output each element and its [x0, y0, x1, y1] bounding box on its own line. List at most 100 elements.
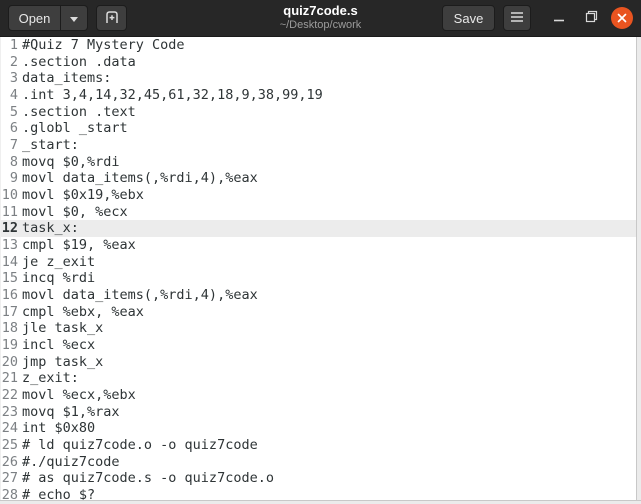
code-text: .section .text	[22, 103, 136, 120]
code-line[interactable]: 13 cmpl $19, %eax	[1, 237, 641, 254]
code-text: movl %ecx,%ebx	[22, 387, 136, 404]
window-right-edge	[636, 37, 641, 504]
code-line[interactable]: 22 movl %ecx,%ebx	[1, 387, 641, 404]
code-line[interactable]: 24 int $0x80	[1, 420, 641, 437]
code-line[interactable]: 3 data_items:	[1, 70, 641, 87]
code-line[interactable]: 26 #./quiz7code	[1, 454, 641, 471]
line-number: 10	[1, 187, 18, 204]
code-line[interactable]: 25 # ld quiz7code.o -o quiz7code	[1, 437, 641, 454]
new-document-button[interactable]	[96, 5, 127, 31]
window-title: quiz7code.s	[283, 3, 358, 18]
code-text: cmpl $19, %eax	[22, 237, 136, 254]
close-button[interactable]	[611, 7, 633, 29]
line-number: 1	[9, 37, 18, 53]
window-subtitle: ~/Desktop/cwork	[279, 19, 362, 31]
line-number: 17	[1, 303, 18, 320]
code-text: je z_exit	[22, 253, 96, 270]
tab-new-icon	[104, 9, 120, 28]
code-line[interactable]: 6 .globl _start	[1, 120, 641, 137]
code-line[interactable]: 12 task_x:	[1, 220, 641, 238]
line-number: 20	[1, 353, 18, 370]
code-line[interactable]: 21 z_exit:	[1, 370, 641, 387]
code-line[interactable]: 9 movl data_items(,%rdi,4),%eax	[1, 170, 641, 187]
line-number: 12	[1, 220, 18, 237]
code-line[interactable]: 17 cmpl %ebx, %eax	[1, 304, 641, 321]
chevron-down-icon	[69, 11, 79, 26]
code-text: #Quiz 7 Mystery Code	[22, 37, 185, 53]
line-number: 18	[1, 320, 18, 337]
line-number: 13	[1, 237, 18, 254]
line-number: 14	[1, 253, 18, 270]
code-text: data_items:	[22, 70, 112, 87]
line-number: 23	[1, 403, 18, 420]
open-split-button: Open	[8, 5, 88, 31]
code-text: z_exit:	[22, 370, 79, 387]
code-text: .globl _start	[22, 120, 128, 137]
open-dropdown-button[interactable]	[61, 5, 88, 31]
code-line[interactable]: 5 .section .text	[1, 104, 641, 121]
code-text: movl $0x19,%ebx	[22, 187, 144, 204]
code-text: jmp task_x	[22, 353, 104, 370]
code-line[interactable]: 19 incl %ecx	[1, 337, 641, 354]
code-text: # as quiz7code.s -o quiz7code.o	[22, 470, 274, 487]
line-number: 11	[1, 203, 18, 220]
code-line[interactable]: 8 movq $0,%rdi	[1, 154, 641, 171]
line-number: 2	[9, 53, 18, 70]
hamburger-icon	[510, 11, 524, 26]
headerbar-left: Open	[8, 5, 127, 31]
code-text: incq %rdi	[22, 270, 96, 287]
code-line[interactable]: 16 movl data_items(,%rdi,4),%eax	[1, 287, 641, 304]
code-text: #./quiz7code	[22, 453, 120, 470]
menu-button[interactable]	[503, 5, 531, 31]
code-line[interactable]: 7 _start:	[1, 137, 641, 154]
code-line[interactable]: 4 .int 3,4,14,32,45,61,32,18,9,38,99,19	[1, 87, 641, 104]
code-text: # ld quiz7code.o -o quiz7code	[22, 437, 258, 454]
code-line[interactable]: 23 movq $1,%rax	[1, 404, 641, 421]
code-text: jle task_x	[22, 320, 104, 337]
window-bottom-edge	[0, 500, 641, 504]
code-text: .section .data	[22, 53, 136, 70]
line-number: 5	[9, 103, 18, 120]
line-number: 25	[1, 437, 18, 454]
code-text: int $0x80	[22, 420, 96, 437]
line-number: 15	[1, 270, 18, 287]
line-number: 8	[9, 153, 18, 170]
gedit-window: Open quiz7code.s ~/Desktop/cwork Save 1 …	[0, 0, 641, 504]
code-line[interactable]: 14 je z_exit	[1, 254, 641, 271]
headerbar-right: Save	[442, 5, 637, 31]
code-text: _start:	[22, 137, 79, 154]
code-line[interactable]: 20 jmp task_x	[1, 354, 641, 371]
text-editor-area[interactable]: 1 #Quiz 7 Mystery Code 2 .section .data 3 dat…	[0, 37, 641, 504]
code-text: movl $0, %ecx	[22, 203, 128, 220]
save-button[interactable]: Save	[442, 5, 495, 31]
open-button[interactable]: Open	[8, 5, 61, 31]
line-number: 27	[1, 470, 18, 487]
line-number: 3	[9, 70, 18, 87]
code-text: cmpl %ebx, %eax	[22, 303, 144, 320]
close-icon	[617, 11, 627, 26]
restore-button[interactable]	[579, 6, 603, 30]
minimize-icon	[553, 11, 565, 26]
line-number: 7	[9, 137, 18, 154]
line-number: 21	[1, 370, 18, 387]
line-number: 19	[1, 337, 18, 354]
minimize-button[interactable]	[547, 6, 571, 30]
code-text: incl %ecx	[22, 337, 96, 354]
code-text: movl data_items(,%rdi,4),%eax	[22, 170, 258, 187]
line-number: 6	[9, 120, 18, 137]
code-line[interactable]: 2 .section .data	[1, 54, 641, 71]
code-line[interactable]: 27 # as quiz7code.s -o quiz7code.o	[1, 470, 641, 487]
line-number: 4	[9, 87, 18, 104]
code-line[interactable]: 18 jle task_x	[1, 320, 641, 337]
line-number: 22	[1, 387, 18, 404]
code-text: .int 3,4,14,32,45,61,32,18,9,38,99,19	[22, 87, 323, 104]
line-number: 26	[1, 453, 18, 470]
code-text: movq $1,%rax	[22, 403, 120, 420]
code-line[interactable]: 1 #Quiz 7 Mystery Code	[1, 37, 641, 54]
code-line[interactable]: 11 movl $0, %ecx	[1, 204, 641, 221]
restore-icon	[585, 10, 598, 26]
line-number: 16	[1, 287, 18, 304]
code-line[interactable]: 15 incq %rdi	[1, 270, 641, 287]
line-number: 9	[9, 170, 18, 187]
code-line[interactable]: 10 movl $0x19,%ebx	[1, 187, 641, 204]
